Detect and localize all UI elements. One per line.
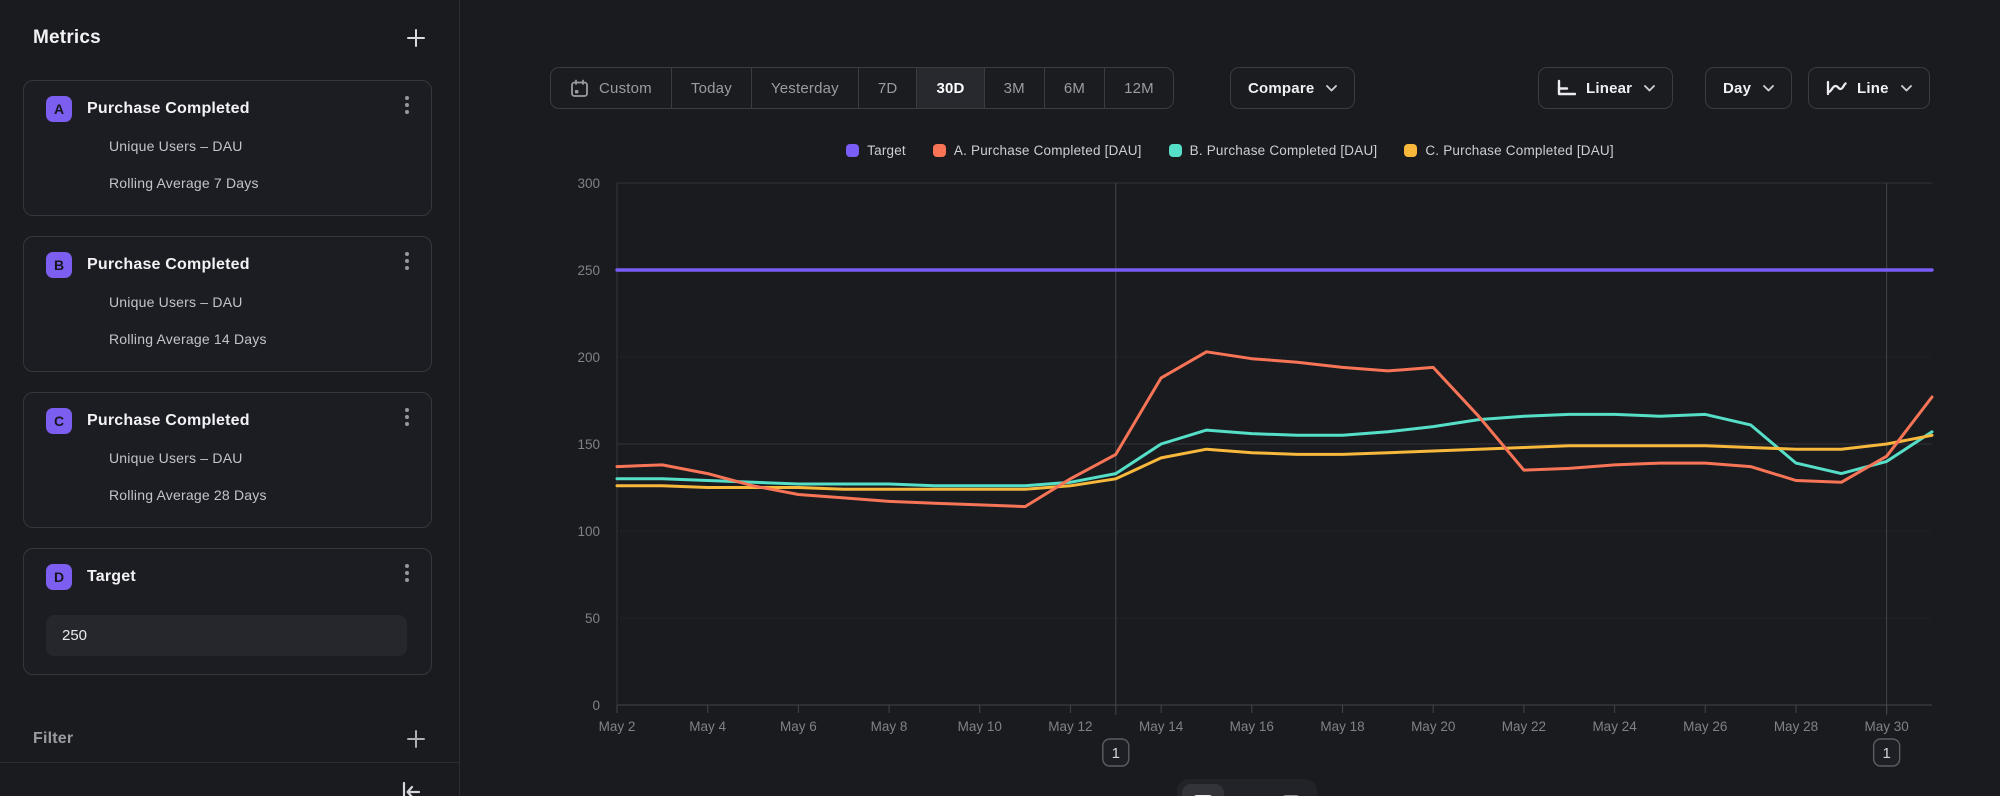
y-axis-tick-label: 200 (577, 350, 600, 365)
x-axis-tick-label: May 16 (1230, 719, 1274, 734)
sidebar-divider (0, 762, 459, 763)
y-axis-tick-label: 100 (577, 524, 600, 539)
sidebar-title: Metrics (33, 27, 101, 49)
filter-title: Filter (33, 730, 73, 748)
sidebar-header: Metrics (23, 24, 431, 52)
x-axis-tick-label: May 30 (1865, 719, 1909, 734)
metric-card-rows: Unique Users – DAU Rolling Average 14 Da… (109, 294, 407, 347)
y-axis-tick-label: 0 (592, 698, 600, 713)
annotation-count: 1 (1112, 745, 1120, 762)
metric-card-a[interactable]: A Purchase Completed Unique Users – DAU … (23, 80, 432, 216)
x-axis-tick-label: May 28 (1774, 719, 1818, 734)
x-axis-tick-label: May 2 (599, 719, 636, 734)
metric-card-head: C Purchase Completed (46, 408, 407, 434)
metric-measure[interactable]: Unique Users – DAU (109, 138, 407, 154)
kebab-menu-icon[interactable] (405, 259, 409, 263)
target-title: Target (87, 568, 136, 586)
metric-transform[interactable]: Rolling Average 7 Days (109, 175, 407, 191)
metric-measure[interactable]: Unique Users – DAU (109, 294, 407, 310)
x-axis-tick-label: May 10 (958, 719, 1002, 734)
x-axis-tick-label: May 12 (1048, 719, 1092, 734)
kebab-menu-icon[interactable] (405, 571, 409, 575)
metric-card-c[interactable]: C Purchase Completed Unique Users – DAU … (23, 392, 432, 528)
metric-card-rows: Unique Users – DAU Rolling Average 7 Day… (109, 138, 407, 191)
x-axis-tick-label: May 8 (871, 719, 908, 734)
target-value-input[interactable] (46, 615, 407, 656)
kebab-menu-icon[interactable] (405, 103, 409, 107)
metric-card-b[interactable]: B Purchase Completed Unique Users – DAU … (23, 236, 432, 372)
chart-view-button[interactable] (1182, 784, 1224, 796)
line-chart[interactable]: 0 50 100 150 200 250 300 May 2 May 4 May 6 May 8 Ma… (460, 0, 2000, 796)
x-axis-tick-label: May 18 (1320, 719, 1364, 734)
view-toggle-group (1177, 779, 1317, 796)
table-view-button[interactable] (1226, 784, 1268, 796)
target-card-head: D Target (46, 564, 407, 590)
add-filter-icon[interactable] (407, 730, 425, 748)
annotation-count: 1 (1882, 745, 1890, 762)
metric-title[interactable]: Purchase Completed (87, 256, 250, 274)
x-axis-tick-label: May 24 (1592, 719, 1637, 734)
x-axis-tick-label: May 6 (780, 719, 817, 734)
series-line-b (617, 414, 1932, 485)
x-axis-tick-label: May 22 (1502, 719, 1546, 734)
target-card[interactable]: D Target (23, 548, 432, 675)
metric-card-rows: Unique Users – DAU Rolling Average 28 Da… (109, 450, 407, 503)
metric-badge-d: D (46, 564, 72, 590)
card-view-button[interactable] (1270, 784, 1312, 796)
y-axis-tick-label: 250 (577, 263, 600, 278)
metric-measure[interactable]: Unique Users – DAU (109, 450, 407, 466)
add-metric-icon[interactable] (407, 29, 425, 47)
x-axis-tick-label: May 20 (1411, 719, 1455, 734)
collapse-sidebar-icon[interactable] (399, 780, 423, 796)
kebab-menu-icon[interactable] (405, 415, 409, 419)
metric-title[interactable]: Purchase Completed (87, 412, 250, 430)
y-axis-tick-label: 50 (585, 611, 600, 626)
series-line-c (617, 435, 1932, 489)
metric-badge-a: A (46, 96, 72, 122)
metric-card-head: B Purchase Completed (46, 252, 407, 278)
metric-card-head: A Purchase Completed (46, 96, 407, 122)
metric-badge-c: C (46, 408, 72, 434)
metric-transform[interactable]: Rolling Average 14 Days (109, 331, 407, 347)
filter-section: Filter (23, 725, 431, 753)
y-axis-tick-label: 300 (577, 176, 600, 191)
metric-transform[interactable]: Rolling Average 28 Days (109, 487, 407, 503)
metric-title[interactable]: Purchase Completed (87, 100, 250, 118)
metrics-sidebar: Metrics A Purchase Completed Unique User… (0, 0, 460, 796)
x-axis-tick-label: May 14 (1139, 719, 1184, 734)
y-axis-tick-label: 150 (577, 437, 600, 452)
x-axis-tick-label: May 4 (689, 719, 726, 734)
metric-badge-b: B (46, 252, 72, 278)
x-axis-tick-label: May 26 (1683, 719, 1727, 734)
